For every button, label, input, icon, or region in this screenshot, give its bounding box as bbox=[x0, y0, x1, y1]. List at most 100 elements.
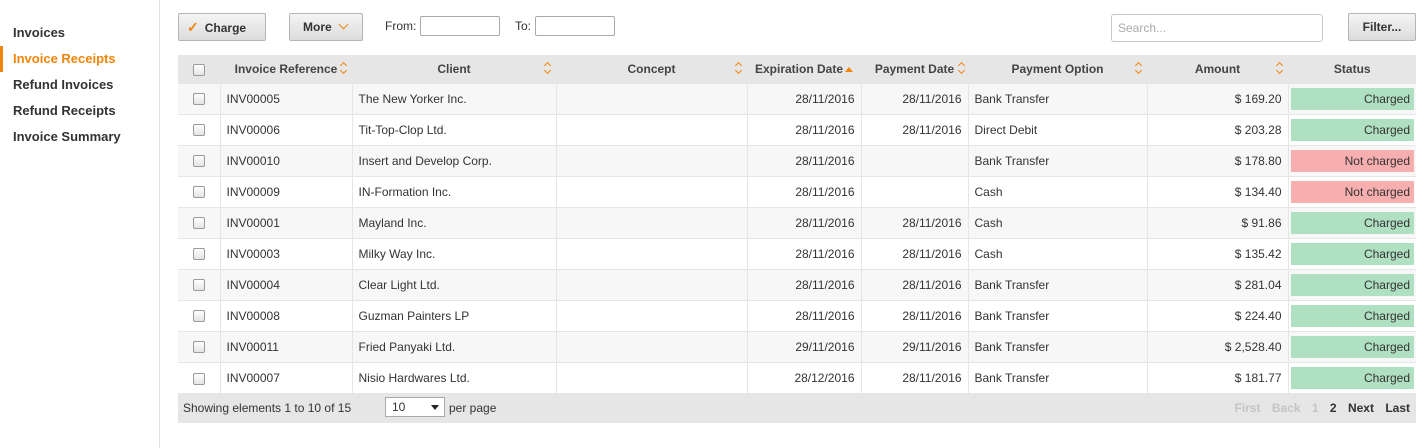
cell-payment-date: 28/11/2016 bbox=[860, 206, 968, 238]
table-row[interactable]: INV00003 Milky Way Inc. 28/11/2016 28/11/20… bbox=[178, 237, 1416, 269]
more-button-label: More bbox=[303, 20, 332, 34]
from-label: From: bbox=[385, 19, 417, 33]
sidebar-item-invoice-summary[interactable]: Invoice Summary bbox=[0, 124, 159, 150]
table-row[interactable]: INV00006 Tit-Top-Clop Ltd. 28/11/2016 28/11… bbox=[178, 113, 1416, 145]
cell-concept bbox=[555, 268, 747, 300]
column-header-label: Amount bbox=[1194, 61, 1241, 76]
cell-expiration-date: 28/11/2016 bbox=[746, 113, 861, 145]
row-checkbox[interactable] bbox=[192, 124, 205, 137]
cell-status: Charged bbox=[1287, 206, 1416, 238]
sidebar-item-refund-receipts[interactable]: Refund Receipts bbox=[0, 98, 159, 124]
column-header-label: Payment Date bbox=[874, 61, 955, 76]
table-row[interactable]: INV00009 IN-Formation Inc. 28/11/2016 Cash $… bbox=[178, 175, 1416, 207]
search-input[interactable] bbox=[1111, 14, 1323, 42]
cell-expiration-date: 28/11/2016 bbox=[746, 268, 861, 300]
cell-client: Guzman Painters LP bbox=[351, 299, 556, 331]
cell-invoice-reference: INV00009 bbox=[219, 175, 352, 207]
row-checkbox[interactable] bbox=[192, 93, 205, 106]
table-row[interactable]: INV00001 Mayland Inc. 28/11/2016 28/11/2016… bbox=[178, 206, 1416, 238]
pager-back[interactable]: Back bbox=[1272, 401, 1301, 415]
column-header-status[interactable]: Status bbox=[1287, 55, 1416, 83]
from-date-input[interactable] bbox=[420, 16, 500, 36]
filter-button[interactable]: Filter... bbox=[1348, 13, 1416, 41]
cell-concept bbox=[555, 237, 747, 269]
table-footer: Showing elements 1 to 10 of 15 10 per pa… bbox=[178, 393, 1416, 423]
per-page-label: per page bbox=[449, 401, 497, 415]
select-all-checkbox[interactable] bbox=[192, 63, 205, 76]
pager-last[interactable]: Last bbox=[1385, 401, 1410, 415]
row-checkbox[interactable] bbox=[192, 186, 205, 199]
column-header-concept[interactable]: Concept bbox=[555, 55, 747, 83]
row-checkbox[interactable] bbox=[192, 341, 205, 354]
cell-concept bbox=[555, 206, 747, 238]
pager-page-2[interactable]: 2 bbox=[1330, 401, 1337, 415]
cell-payment-option: Direct Debit bbox=[967, 113, 1147, 145]
per-page-select[interactable]: 10 bbox=[385, 397, 445, 417]
cell-client: Mayland Inc. bbox=[351, 206, 556, 238]
to-date-input[interactable] bbox=[535, 16, 615, 36]
cell-payment-option: Bank Transfer bbox=[967, 82, 1147, 114]
column-header-amount[interactable]: Amount bbox=[1146, 55, 1288, 83]
column-header-payment-date[interactable]: Payment Date bbox=[860, 55, 968, 83]
pager-first[interactable]: First bbox=[1235, 401, 1261, 415]
main-content: ✓ Charge More From: To: Filter... Invoice… bbox=[178, 0, 1416, 448]
row-checkbox-cell bbox=[178, 175, 220, 207]
column-header-invoice-reference[interactable]: Invoice Reference bbox=[219, 55, 352, 83]
column-header-payment-option[interactable]: Payment Option bbox=[967, 55, 1147, 83]
row-checkbox[interactable] bbox=[192, 310, 205, 323]
column-header-client[interactable]: Client bbox=[351, 55, 556, 83]
cell-concept bbox=[555, 175, 747, 207]
cell-amount: $ 203.28 bbox=[1146, 113, 1288, 145]
row-checkbox[interactable] bbox=[192, 248, 205, 261]
status-badge: Charged bbox=[1290, 87, 1414, 110]
cell-status: Charged bbox=[1287, 299, 1416, 331]
status-badge: Not charged bbox=[1290, 149, 1414, 172]
charge-button-label: Charge bbox=[204, 21, 247, 35]
cell-invoice-reference: INV00010 bbox=[219, 144, 352, 176]
more-button[interactable]: More bbox=[289, 13, 363, 41]
cell-payment-option: Bank Transfer bbox=[967, 330, 1147, 362]
row-checkbox-cell bbox=[178, 361, 220, 393]
row-checkbox-cell bbox=[178, 237, 220, 269]
table-row[interactable]: INV00004 Clear Light Ltd. 28/11/2016 28/11/… bbox=[178, 268, 1416, 300]
cell-invoice-reference: INV00007 bbox=[219, 361, 352, 393]
sort-icon bbox=[544, 63, 552, 75]
sidebar-item-invoices[interactable]: Invoices bbox=[0, 20, 159, 46]
table-row[interactable]: INV00008 Guzman Painters LP 28/11/2016 28/1… bbox=[178, 299, 1416, 331]
sort-icon bbox=[735, 63, 743, 75]
cell-invoice-reference: INV00006 bbox=[219, 113, 352, 145]
row-checkbox[interactable] bbox=[192, 217, 205, 230]
cell-expiration-date: 28/11/2016 bbox=[746, 206, 861, 238]
cell-payment-date: 28/11/2016 bbox=[860, 113, 968, 145]
cell-invoice-reference: INV00011 bbox=[219, 330, 352, 362]
sidebar-item-refund-invoices[interactable]: Refund Invoices bbox=[0, 72, 159, 98]
cell-client: Tit-Top-Clop Ltd. bbox=[351, 113, 556, 145]
sort-icon bbox=[1135, 63, 1143, 75]
cell-client: Nisio Hardwares Ltd. bbox=[351, 361, 556, 393]
column-header-expiration-date[interactable]: Expiration Date bbox=[746, 55, 861, 83]
table-row[interactable]: INV00005 The New Yorker Inc. 28/11/2016 28/… bbox=[178, 82, 1416, 114]
table-row[interactable]: INV00010 Insert and Develop Corp. 28/11/20… bbox=[178, 144, 1416, 176]
pager-page-1[interactable]: 1 bbox=[1312, 401, 1319, 415]
cell-expiration-date: 28/11/2016 bbox=[746, 237, 861, 269]
row-checkbox[interactable] bbox=[192, 155, 205, 168]
row-checkbox[interactable] bbox=[192, 279, 205, 292]
pager-next[interactable]: Next bbox=[1348, 401, 1374, 415]
charge-button[interactable]: ✓ Charge bbox=[178, 13, 266, 41]
column-header-label: Status bbox=[1333, 61, 1371, 76]
table-row[interactable]: INV00011 Fried Panyaki Ltd. 29/11/2016 29/1… bbox=[178, 330, 1416, 362]
row-checkbox[interactable] bbox=[192, 372, 205, 385]
sidebar-item-invoice-receipts[interactable]: Invoice Receipts bbox=[0, 46, 159, 72]
cell-amount: $ 2,528.40 bbox=[1146, 330, 1288, 362]
table-row[interactable]: INV00007 Nisio Hardwares Ltd. 28/12/2016 28… bbox=[178, 361, 1416, 393]
cell-status: Not charged bbox=[1287, 175, 1416, 207]
cell-amount: $ 181.77 bbox=[1146, 361, 1288, 393]
row-checkbox-cell bbox=[178, 82, 220, 114]
row-checkbox-cell bbox=[178, 144, 220, 176]
cell-status: Charged bbox=[1287, 82, 1416, 114]
cell-payment-option: Bank Transfer bbox=[967, 268, 1147, 300]
column-header-label: Concept bbox=[627, 61, 676, 76]
cell-expiration-date: 28/11/2016 bbox=[746, 82, 861, 114]
pagination-info: Showing elements 1 to 10 of 15 bbox=[183, 401, 352, 415]
cell-invoice-reference: INV00001 bbox=[219, 206, 352, 238]
